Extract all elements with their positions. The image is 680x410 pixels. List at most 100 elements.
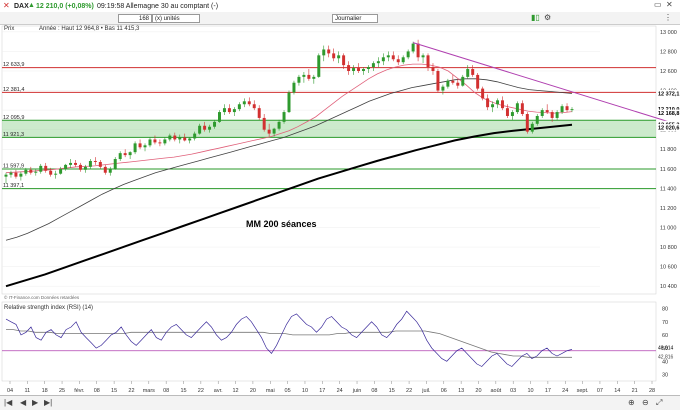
candle — [247, 101, 251, 105]
candle — [481, 88, 485, 99]
rsi-tick-label: 30 — [662, 372, 668, 378]
x-tick-label: 15 — [389, 388, 395, 394]
x-tick-label: 11 — [24, 388, 30, 394]
candle — [491, 104, 495, 108]
candle — [133, 143, 137, 153]
candle — [64, 164, 68, 169]
candle — [421, 55, 425, 58]
candle — [520, 103, 524, 115]
candle — [292, 82, 296, 93]
candle — [436, 70, 440, 91]
chart-app: ✕ DAX ▲ 12 210,0 (+0,08%) 09:19:58 Allem… — [0, 0, 680, 410]
candle — [476, 74, 480, 89]
price-label: Prix — [4, 26, 14, 32]
price-tag-label: 12 020,6 — [658, 126, 679, 132]
candle — [267, 129, 271, 134]
rsi-panel — [1, 301, 657, 382]
candle — [227, 108, 231, 113]
candle — [277, 121, 281, 129]
candle — [312, 76, 316, 79]
x-tick-label: 15 — [180, 388, 186, 394]
candle — [9, 172, 13, 175]
candle — [352, 68, 356, 71]
scroll-left-icon[interactable]: ◀ — [20, 399, 26, 407]
candle — [173, 135, 177, 140]
candle — [78, 164, 82, 170]
rsi-tick-label: 70 — [662, 320, 668, 326]
candle — [138, 143, 142, 148]
candle — [486, 98, 490, 108]
candle — [366, 67, 370, 70]
y-tick-label: 11 000 — [660, 225, 676, 231]
candle — [501, 100, 504, 109]
candle — [242, 101, 246, 105]
candle — [257, 108, 261, 118]
y-tick-label: 11 800 — [660, 147, 676, 153]
scroll-end-icon[interactable]: ▶| — [44, 399, 52, 407]
candle — [535, 115, 539, 124]
level-label: 11 597,9 — [3, 163, 24, 169]
candle — [466, 69, 470, 77]
candle — [163, 139, 167, 144]
candle — [317, 55, 321, 77]
candle — [515, 103, 519, 113]
x-tick-label: 13 — [458, 388, 464, 394]
x-tick-label: août — [490, 388, 501, 394]
candle — [14, 172, 18, 177]
candle — [252, 104, 256, 109]
candle — [441, 86, 445, 91]
candle — [24, 169, 28, 174]
rsi-title: Relative strength index (RSI) (14) — [4, 305, 93, 311]
x-tick-label: 24 — [562, 388, 568, 394]
candle — [540, 110, 544, 116]
y-tick-label: 11 400 — [660, 186, 676, 192]
candle — [451, 80, 455, 83]
zoom-out-icon[interactable]: ⊖ — [642, 399, 649, 407]
candle — [148, 139, 152, 146]
x-tick-label: 08 — [371, 388, 377, 394]
scroll-right-icon[interactable]: ▶ — [32, 399, 38, 407]
x-tick-label: 17 — [545, 388, 551, 394]
candle — [213, 121, 217, 127]
candle — [406, 51, 410, 58]
candle — [232, 109, 236, 113]
x-tick-label: 20 — [250, 388, 256, 394]
rsi-tick-label: 60 — [662, 333, 668, 339]
ma200-annotation: MM 200 séances — [246, 219, 317, 229]
candle — [83, 166, 87, 170]
candle — [322, 49, 326, 56]
candle — [39, 165, 43, 172]
fit-icon[interactable]: ⤢ — [656, 399, 662, 407]
x-tick-label: 14 — [614, 388, 620, 394]
candle — [386, 55, 390, 58]
candle — [69, 162, 73, 165]
x-tick-label: févr. — [74, 388, 85, 394]
x-tick-label: 22 — [406, 388, 412, 394]
scroll-start-icon[interactable]: |◀ — [4, 399, 12, 407]
candle — [153, 139, 157, 143]
x-tick-label: mars — [143, 388, 155, 394]
candle — [446, 80, 450, 87]
candle — [471, 69, 475, 75]
y-tick-label: 12 600 — [660, 69, 677, 75]
candle — [530, 123, 534, 132]
x-tick-label: 21 — [632, 388, 638, 394]
candle — [54, 173, 58, 175]
x-tick-label: avr. — [214, 388, 223, 394]
candle — [108, 168, 112, 173]
zoom-in-icon[interactable]: ⊕ — [628, 399, 635, 407]
candle — [401, 57, 405, 63]
rsi-value-label: 42,816 — [658, 355, 674, 361]
x-tick-label: 10 — [527, 388, 533, 394]
candle — [44, 165, 48, 171]
x-tick-label: 08 — [94, 388, 100, 394]
x-tick-label: 10 — [302, 388, 308, 394]
x-tick-label: 08 — [163, 388, 169, 394]
y-tick-label: 12 800 — [660, 49, 677, 55]
candle — [4, 174, 8, 177]
year-stats: Année : Haut 12 964,8 • Bas 11 415,3 — [39, 26, 140, 32]
candle — [555, 112, 559, 118]
level-label: 12 095,9 — [3, 115, 24, 121]
rsi-value-label: 48,914 — [658, 346, 674, 352]
candle — [168, 135, 172, 140]
